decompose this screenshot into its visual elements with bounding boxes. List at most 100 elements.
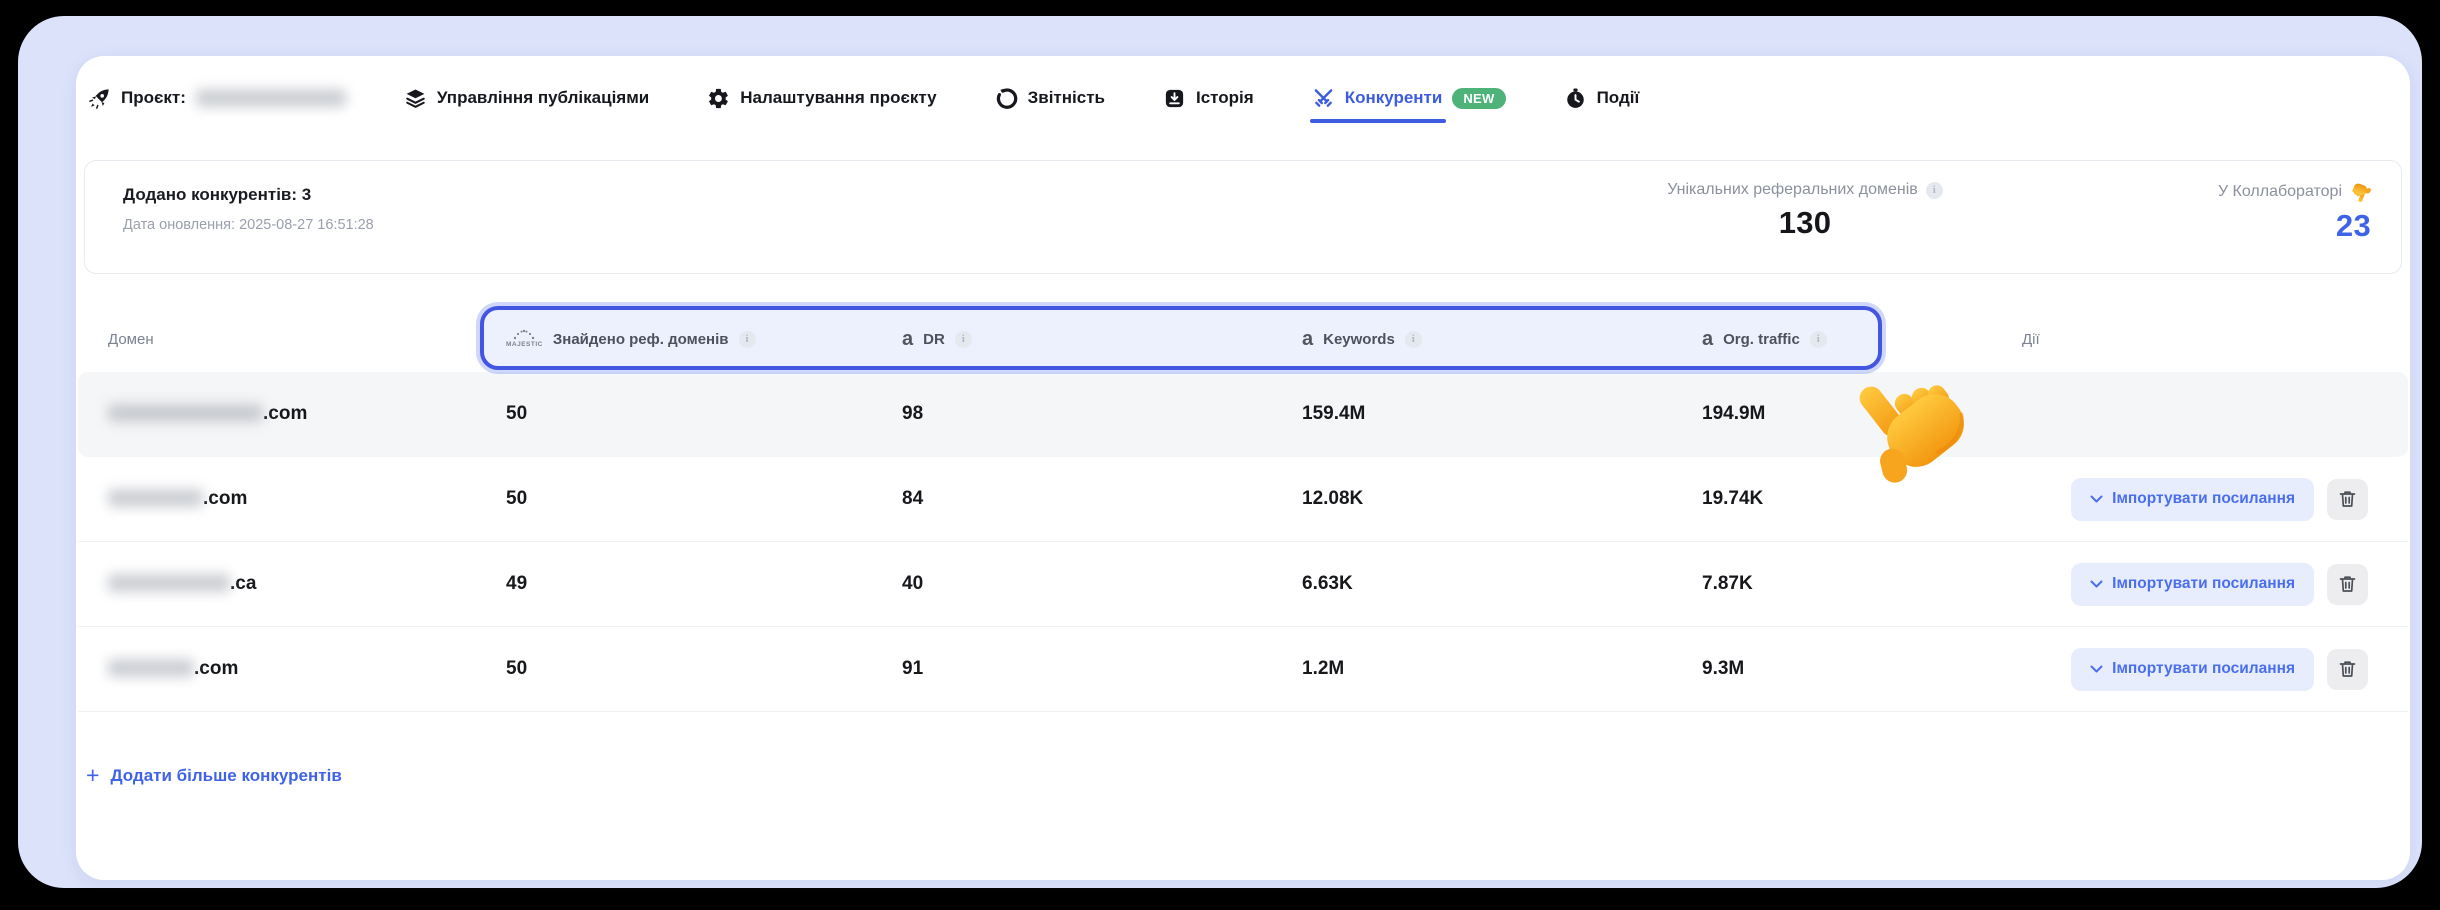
table-row[interactable]: .ca 49 40 6.63K 7.87K Імпортувати посила… xyxy=(78,542,2408,627)
plus-icon: + xyxy=(86,764,99,787)
tab-events-label: Події xyxy=(1597,88,1640,108)
domain-suffix: .com xyxy=(203,488,247,509)
domain-blur xyxy=(108,659,194,677)
domain-suffix: .com xyxy=(194,658,238,679)
tab-project[interactable]: Проєкт: xyxy=(88,87,346,110)
tab-project-label: Проєкт: xyxy=(121,88,186,108)
cell-keywords: 12.08K xyxy=(1302,488,1702,510)
tab-settings-label: Налаштування проєкту xyxy=(740,88,936,108)
domain-cell: .ca xyxy=(108,573,506,595)
import-links-label: Імпортувати посилання xyxy=(2112,490,2295,508)
cell-org-traffic: 19.74K xyxy=(1702,488,2022,510)
domain-cell: .com xyxy=(108,403,506,425)
in-collaborator-value: 23 xyxy=(2218,208,2371,244)
layers-icon xyxy=(404,87,427,110)
cell-keywords: 1.2M xyxy=(1302,658,1702,680)
domain-suffix: .ca xyxy=(230,573,256,594)
info-icon[interactable]: i xyxy=(739,331,756,348)
import-links-label: Імпортувати посилання xyxy=(2112,575,2295,593)
added-competitors-value: 3 xyxy=(302,185,311,204)
domain-blur xyxy=(108,404,263,422)
tab-history-label: Історія xyxy=(1196,88,1254,108)
import-links-button[interactable]: Імпортувати посилання xyxy=(2071,478,2314,521)
cell-ref-domains: 49 xyxy=(506,573,902,595)
trash-icon xyxy=(2339,490,2356,508)
table-row[interactable]: .com 50 91 1.2M 9.3M Імпортувати посилан… xyxy=(78,627,2408,712)
delete-competitor-button[interactable] xyxy=(2327,649,2368,690)
header-dr[interactable]: a DR i xyxy=(902,329,1302,349)
info-icon[interactable]: i xyxy=(1926,182,1943,199)
add-more-competitors-button[interactable]: + Додати більше конкурентів xyxy=(86,764,342,787)
info-icon[interactable]: i xyxy=(955,331,972,348)
domain-blur xyxy=(108,489,203,507)
ahrefs-logo-icon: a xyxy=(1302,329,1313,349)
delete-competitor-button[interactable] xyxy=(2327,479,2368,520)
cell-dr: 91 xyxy=(902,658,1302,680)
tab-events[interactable]: Події xyxy=(1564,87,1640,110)
stopwatch-icon xyxy=(1564,87,1587,110)
chevron-down-icon xyxy=(2090,665,2103,674)
row-actions: Імпортувати посилання xyxy=(2022,648,2408,691)
added-competitors-block: Додано конкурентів: 3 Дата оновлення: 20… xyxy=(123,185,374,233)
cell-ref-domains: 50 xyxy=(506,658,902,680)
tab-settings[interactable]: Налаштування проєкту xyxy=(707,87,936,110)
cell-dr: 40 xyxy=(902,573,1302,595)
cell-keywords: 6.63K xyxy=(1302,573,1702,595)
header-org-traffic[interactable]: a Org. traffic i xyxy=(1702,329,2022,349)
chevron-down-icon xyxy=(2090,580,2103,589)
info-icon[interactable]: i xyxy=(1810,331,1827,348)
cell-ref-domains: 50 xyxy=(506,403,902,425)
table-row[interactable]: .com 50 98 159.4M 194.9M xyxy=(78,372,2408,457)
trash-icon xyxy=(2339,575,2356,593)
info-icon[interactable]: i xyxy=(1405,331,1422,348)
pointing-down-hand-icon xyxy=(2350,181,2371,202)
chevron-down-icon xyxy=(2090,495,2103,504)
unique-ref-domains-block: Унікальних реферальних доменів i 130 xyxy=(1525,181,2085,241)
ahrefs-logo-icon: a xyxy=(902,329,913,349)
table-header: Домен MAJESTIC Знайдено реф. доменів i xyxy=(78,306,2408,372)
header-ref-domains[interactable]: MAJESTIC Знайдено реф. доменів i xyxy=(506,329,902,349)
gear-icon xyxy=(707,87,730,110)
domain-suffix: .com xyxy=(263,403,307,424)
tab-competitors-label: Конкуренти xyxy=(1345,88,1443,108)
report-icon xyxy=(995,87,1018,110)
in-collaborator-block: У Коллабораторі 23 xyxy=(2218,181,2371,244)
unique-ref-domains-label: Унікальних реферальних доменів xyxy=(1667,181,1918,199)
cell-ref-domains: 50 xyxy=(506,488,902,510)
import-links-button[interactable]: Імпортувати посилання xyxy=(2071,648,2314,691)
added-competitors-label: Додано конкурентів: 3 xyxy=(123,185,374,205)
row-actions: Імпортувати посилання xyxy=(2022,478,2408,521)
tab-history[interactable]: Історія xyxy=(1163,87,1254,110)
domain-cell: .com xyxy=(108,488,506,510)
header-actions: Дії xyxy=(2022,331,2408,348)
tab-publications-label: Управління публікаціями xyxy=(437,88,649,108)
header-keywords[interactable]: a Keywords i xyxy=(1302,329,1702,349)
competitors-table: Домен MAJESTIC Знайдено реф. доменів i xyxy=(78,306,2408,712)
delete-competitor-button[interactable] xyxy=(2327,564,2368,605)
majestic-logo-icon: MAJESTIC xyxy=(506,329,543,349)
import-links-button[interactable]: Імпортувати посилання xyxy=(2071,563,2314,606)
header-domain: Домен xyxy=(108,331,506,348)
row-actions: Імпортувати посилання xyxy=(2022,563,2408,606)
tab-reports-label: Звітність xyxy=(1028,88,1105,108)
tab-publications[interactable]: Управління публікаціями xyxy=(404,87,649,110)
cell-org-traffic: 9.3M xyxy=(1702,658,2022,680)
tab-competitors[interactable]: Конкуренти NEW xyxy=(1312,87,1506,110)
tab-competitors-core: Конкуренти xyxy=(1312,87,1443,110)
cell-dr: 98 xyxy=(902,403,1302,425)
table-row[interactable]: .com 50 84 12.08K 19.74K Імпортувати пос… xyxy=(78,457,2408,542)
project-name-blur xyxy=(196,89,346,107)
ahrefs-logo-icon: a xyxy=(1702,329,1713,349)
rocket-icon xyxy=(88,87,111,110)
domain-cell: .com xyxy=(108,658,506,680)
swords-icon xyxy=(1312,87,1335,110)
main-card: Проєкт: Управління публікаціями Налаштув… xyxy=(76,56,2410,880)
history-icon xyxy=(1163,87,1186,110)
cell-org-traffic: 194.9M xyxy=(1702,403,2022,425)
project-tabs-nav: Проєкт: Управління публікаціями Налаштув… xyxy=(88,78,2390,118)
cell-keywords: 159.4M xyxy=(1302,403,1702,425)
update-date: Дата оновлення: 2025-08-27 16:51:28 xyxy=(123,217,374,233)
import-links-label: Імпортувати посилання xyxy=(2112,660,2295,678)
tab-reports[interactable]: Звітність xyxy=(995,87,1105,110)
cell-org-traffic: 7.87K xyxy=(1702,573,2022,595)
